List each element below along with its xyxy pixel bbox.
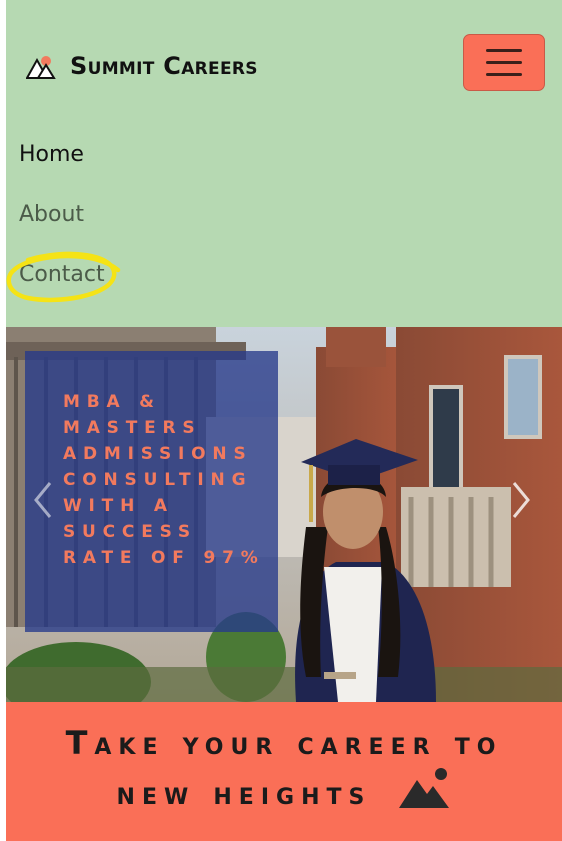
navbar: Summit Careers Home About Contact [6,0,562,327]
tagline-line-2: new heights [116,774,372,812]
hamburger-bar [486,61,522,64]
hero-caption: MBA & Masters Admissions Consulting with… [63,392,265,568]
brand-link[interactable]: Summit Careers [26,52,258,80]
hamburger-bar [486,73,522,76]
nav-item-about[interactable]: About [19,197,105,257]
nav-item-contact[interactable]: Contact [19,257,105,317]
hamburger-menu-button[interactable] [463,34,545,91]
nav-item-home[interactable]: Home [19,137,105,197]
page: Summit Careers Home About Contact MBA & … [6,0,562,841]
hero-caption-box: MBA & Masters Admissions Consulting with… [25,351,278,632]
nav-links: Home About Contact [6,137,121,317]
brand-name: Summit Careers [70,52,258,80]
tagline-banner: Take your career to new heights [6,702,562,841]
chevron-right-icon[interactable] [506,477,536,523]
hero-carousel: MBA & Masters Admissions Consulting with… [6,327,562,702]
hamburger-menu-icon [486,49,522,52]
tagline-line-1: Take your career to [65,724,503,762]
tagline-line-2-wrap: new heights [6,768,562,818]
chevron-left-icon[interactable] [28,477,58,523]
mountain-icon [399,768,450,808]
mountain-logo-icon [26,56,56,79]
